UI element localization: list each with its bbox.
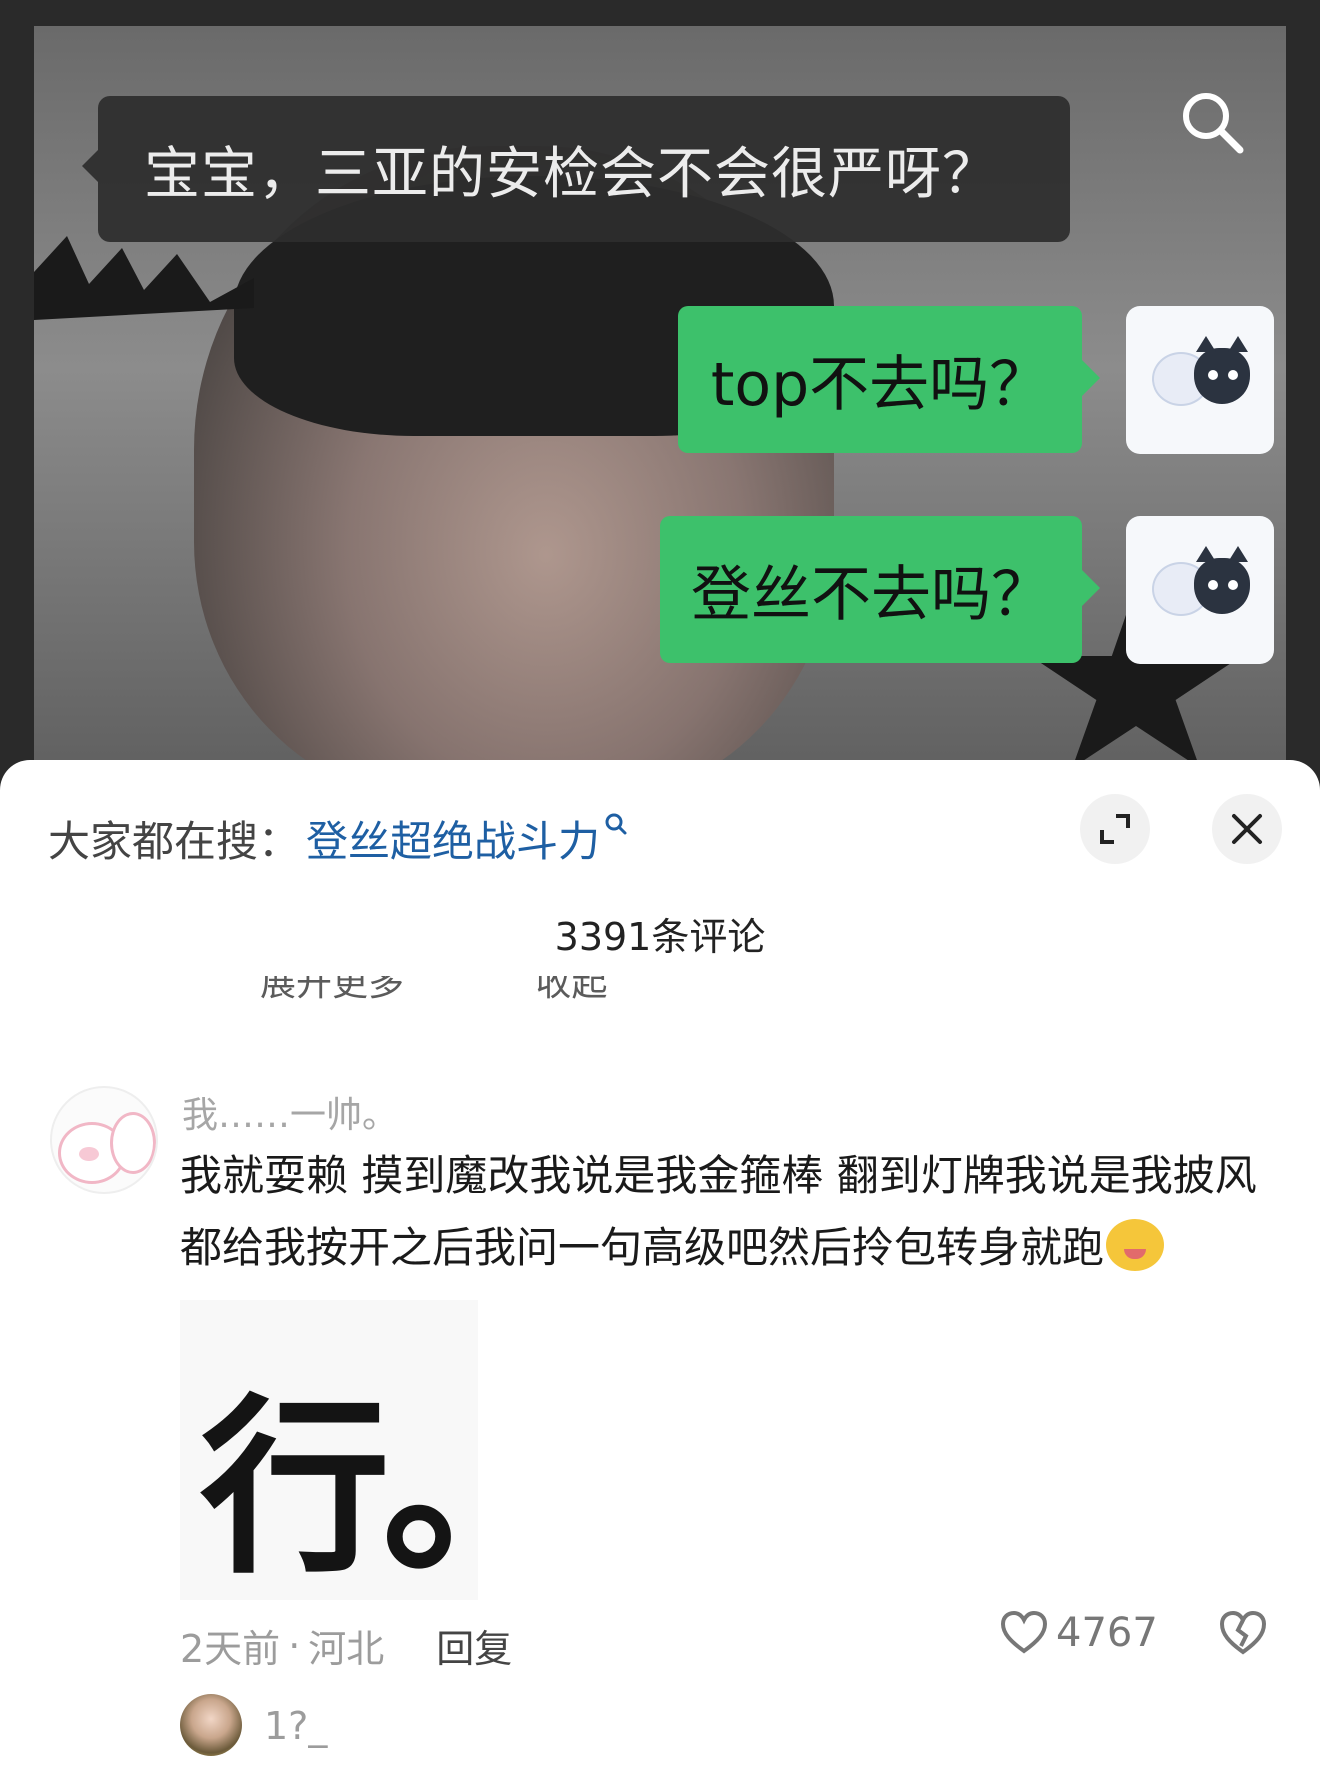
expand-more-link[interactable]: 展开更多 bbox=[260, 976, 404, 1006]
pig-icon bbox=[110, 1112, 156, 1174]
search-mini-icon[interactable] bbox=[604, 810, 628, 843]
sticker-text: 行。 bbox=[200, 1376, 572, 1599]
comment-text: 我就耍赖 摸到魔改我说是我金箍棒 翻到灯牌我说是我披风 都给我按开之后我问一句高… bbox=[180, 1151, 1257, 1272]
cat-eye bbox=[1206, 578, 1220, 592]
collapse-link[interactable]: 收起 bbox=[535, 976, 607, 1006]
search-icon[interactable] bbox=[1178, 88, 1248, 158]
comment-location: 河北 bbox=[308, 1627, 385, 1671]
trending-search: 大家都在搜： 登丝超绝战斗力 bbox=[48, 808, 628, 869]
reply-username[interactable]: 1?_ bbox=[264, 1704, 327, 1748]
comment-sticker-image[interactable]: 行。 bbox=[180, 1300, 572, 1600]
laughing-face-emoji bbox=[1106, 1218, 1165, 1271]
video-frame[interactable]: 宝宝，三亚的安检会不会很严呀？ top不去吗？ 登丝不去吗？ bbox=[34, 26, 1286, 786]
cat-eye bbox=[1206, 368, 1220, 382]
reply-bubble-1-text: top不去吗？ bbox=[710, 350, 1050, 420]
trending-search-link[interactable]: 登丝超绝战斗力 bbox=[306, 808, 600, 869]
close-icon[interactable] bbox=[1212, 794, 1282, 864]
comment-meta: 2天前 · 河北 回复 bbox=[180, 1618, 512, 1673]
comment-count: 3391条评论 bbox=[554, 915, 766, 959]
heart-icon bbox=[1000, 1611, 1048, 1654]
black-cat-icon bbox=[1194, 336, 1250, 404]
broken-heart-icon bbox=[1219, 1610, 1267, 1655]
faded-controls: 展开更多 收起 bbox=[260, 976, 660, 1006]
like-button[interactable]: 4767 bbox=[1000, 1610, 1158, 1656]
question-bubble: 宝宝，三亚的安检会不会很严呀？ bbox=[82, 96, 1070, 242]
reply-button[interactable]: 回复 bbox=[436, 1618, 512, 1673]
reply-bubble-1: top不去吗？ bbox=[678, 306, 1100, 453]
dislike-button[interactable] bbox=[1218, 1610, 1268, 1660]
meta-separator: · bbox=[288, 1623, 301, 1668]
reply-bubble-2: 登丝不去吗？ bbox=[660, 516, 1100, 663]
avatar[interactable] bbox=[50, 1086, 158, 1194]
comment-username[interactable]: 我……一帅。 bbox=[182, 1086, 398, 1138]
black-cat-icon bbox=[1194, 546, 1250, 614]
comment-body: 我就耍赖 摸到魔改我说是我金箍棒 翻到灯牌我说是我披风 都给我按开之后我问一句高… bbox=[180, 1140, 1270, 1284]
reply-bubble-2-text: 登丝不去吗？ bbox=[691, 560, 1051, 630]
cat-eye bbox=[1226, 578, 1240, 592]
expand-icon[interactable] bbox=[1080, 794, 1150, 864]
comment-sheet: 大家都在搜： 登丝超绝战斗力 3391条评论 展开更多 收起 我……一帅。 我就… bbox=[0, 760, 1320, 1770]
like-count: 4767 bbox=[1056, 1610, 1158, 1656]
question-text: 宝宝，三亚的安检会不会很严呀？ bbox=[144, 141, 999, 207]
trending-search-prefix: 大家都在搜： bbox=[48, 817, 301, 866]
chat-avatar-1 bbox=[1126, 306, 1274, 454]
chat-avatar-2 bbox=[1126, 516, 1274, 664]
reply-avatar[interactable] bbox=[180, 1694, 242, 1756]
cat-eye bbox=[1226, 368, 1240, 382]
comment-time: 2天前 bbox=[180, 1627, 281, 1671]
